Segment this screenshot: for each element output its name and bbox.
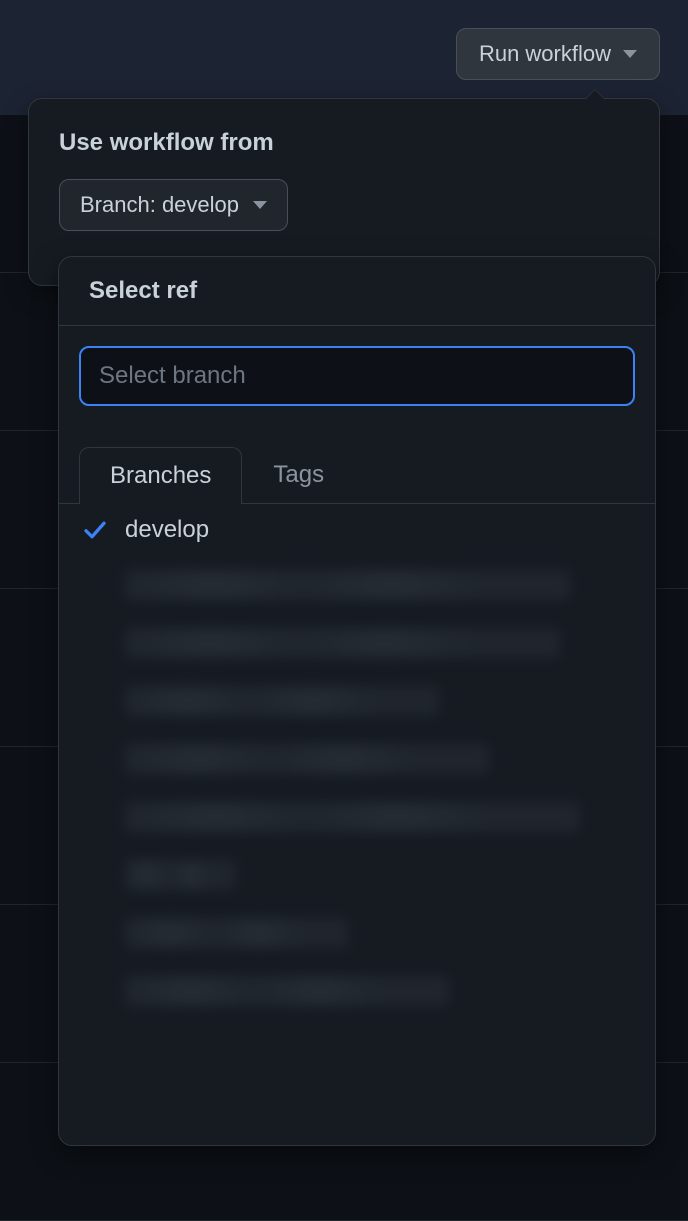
check-icon	[83, 518, 107, 542]
run-workflow-button[interactable]: Run workflow	[456, 28, 660, 80]
caret-down-icon	[623, 50, 637, 58]
branch-item-redacted[interactable]	[59, 962, 655, 1020]
branch-item-redacted[interactable]	[59, 846, 655, 904]
branch-item-redacted[interactable]	[59, 672, 655, 730]
tab-tags[interactable]: Tags	[242, 446, 355, 503]
branch-selector-button[interactable]: Branch: develop	[59, 179, 288, 231]
branch-list: develop	[59, 504, 655, 1145]
tab-branches[interactable]: Branches	[79, 447, 242, 504]
popover-arrow-icon	[585, 89, 605, 99]
branch-item-selected[interactable]: develop	[59, 504, 655, 556]
ref-search-wrapper	[59, 326, 655, 426]
ref-picker-header: Select ref	[59, 257, 655, 326]
ref-tabs: Branches Tags	[59, 426, 655, 504]
branch-item-redacted[interactable]	[59, 788, 655, 846]
branch-item-redacted[interactable]	[59, 904, 655, 962]
branch-label: develop	[125, 516, 209, 544]
caret-down-icon	[253, 201, 267, 209]
branch-item-redacted[interactable]	[59, 556, 655, 614]
branch-selector-label: Branch: develop	[80, 192, 239, 218]
branch-item-redacted[interactable]	[59, 614, 655, 672]
panel-title: Use workflow from	[59, 129, 629, 157]
ref-picker-title: Select ref	[89, 277, 625, 305]
branch-item-redacted[interactable]	[59, 730, 655, 788]
ref-picker-panel: Select ref Branches Tags develop	[58, 256, 656, 1146]
ref-search-input[interactable]	[79, 346, 635, 406]
run-workflow-label: Run workflow	[479, 41, 611, 67]
